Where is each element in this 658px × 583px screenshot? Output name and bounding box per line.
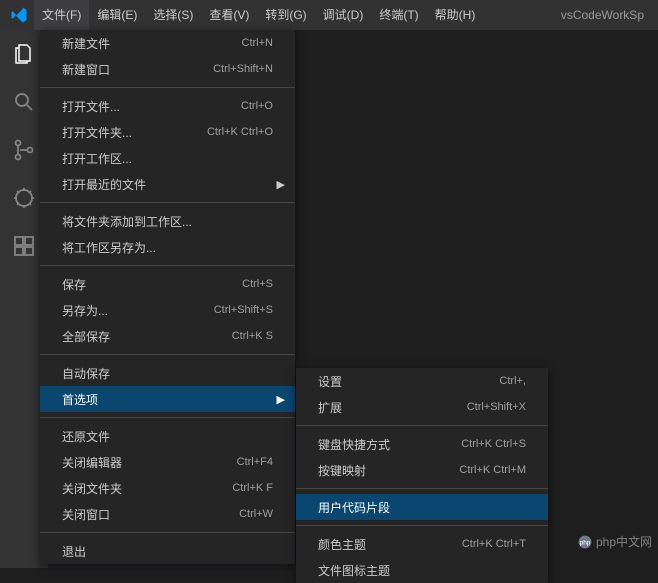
file-menu-dropdown: 新建文件Ctrl+N新建窗口Ctrl+Shift+N打开文件...Ctrl+O打… [40, 30, 295, 564]
menu-item-shortcut: Ctrl+Shift+S [214, 304, 273, 316]
menu-item-label: 全部保存 [62, 328, 232, 345]
file-menu-item-2-1[interactable]: 将工作区另存为... [40, 234, 295, 260]
watermark-text: php中文网 [596, 533, 652, 550]
menu-selection[interactable]: 选择(S) [145, 0, 201, 30]
menu-item-label: 首选项 [62, 391, 273, 408]
menu-item-label: 关闭窗口 [62, 506, 239, 523]
menu-item-label: 还原文件 [62, 428, 273, 445]
menu-item-label: 自动保存 [62, 365, 273, 382]
window-title: vsCodeWorkSp [561, 8, 654, 22]
menu-item-label: 将工作区另存为... [62, 239, 273, 256]
file-menu-item-3-1[interactable]: 另存为...Ctrl+Shift+S [40, 297, 295, 323]
menu-item-shortcut: Ctrl+K Ctrl+M [459, 464, 526, 476]
menu-item-shortcut: Ctrl+K Ctrl+S [461, 438, 526, 450]
file-menu-item-5-2[interactable]: 关闭文件夹Ctrl+K F [40, 475, 295, 501]
file-menu-item-0-0[interactable]: 新建文件Ctrl+N [40, 30, 295, 56]
file-menu-item-6-0[interactable]: 退出 [40, 538, 295, 564]
menu-item-label: 键盘快捷方式 [318, 436, 461, 453]
menu-view[interactable]: 查看(V) [201, 0, 257, 30]
menu-file[interactable]: 文件(F) [34, 0, 89, 30]
menu-edit[interactable]: 编辑(E) [89, 0, 145, 30]
menu-item-shortcut: Ctrl+K Ctrl+T [462, 538, 526, 550]
menu-item-label: 扩展 [318, 399, 467, 416]
menu-item-shortcut: Ctrl+K S [232, 330, 273, 342]
file-menu-item-4-0[interactable]: 自动保存 [40, 360, 295, 386]
menu-item-label: 新建窗口 [62, 61, 213, 78]
pref-submenu-item-1-0[interactable]: 键盘快捷方式Ctrl+K Ctrl+S [296, 431, 548, 457]
menu-separator [40, 265, 295, 266]
menu-item-label: 颜色主题 [318, 536, 462, 553]
menu-item-label: 新建文件 [62, 35, 242, 52]
menu-item-label: 保存 [62, 276, 242, 293]
menu-item-label: 另存为... [62, 302, 214, 319]
menu-item-label: 打开文件夹... [62, 124, 207, 141]
menu-item-shortcut: Ctrl+Shift+X [467, 401, 526, 413]
pref-submenu-item-3-0[interactable]: 颜色主题Ctrl+K Ctrl+T [296, 531, 548, 557]
menu-item-label: 关闭文件夹 [62, 480, 232, 497]
menu-separator [40, 87, 295, 88]
file-menu-item-5-0[interactable]: 还原文件 [40, 423, 295, 449]
vscode-icon [4, 6, 34, 24]
menubar: 文件(F) 编辑(E) 选择(S) 查看(V) 转到(G) 调试(D) 终端(T… [0, 0, 658, 30]
menu-item-label: 退出 [62, 543, 273, 560]
pref-submenu-item-0-1[interactable]: 扩展Ctrl+Shift+X [296, 394, 548, 420]
menu-go[interactable]: 转到(G) [257, 0, 314, 30]
file-menu-item-1-1[interactable]: 打开文件夹...Ctrl+K Ctrl+O [40, 119, 295, 145]
menu-item-label: 按键映射 [318, 462, 459, 479]
menu-terminal[interactable]: 终端(T) [371, 0, 426, 30]
menu-item-shortcut: Ctrl+S [242, 278, 273, 290]
menu-item-label: 打开工作区... [62, 150, 273, 167]
svg-text:php: php [580, 539, 591, 546]
file-menu-item-1-3[interactable]: 打开最近的文件 ▶ [40, 171, 295, 197]
preferences-submenu: 设置Ctrl+,扩展Ctrl+Shift+X键盘快捷方式Ctrl+K Ctrl+… [296, 368, 548, 583]
menu-help[interactable]: 帮助(H) [427, 0, 484, 30]
menu-item-label: 用户代码片段 [318, 499, 526, 516]
menu-separator [296, 425, 548, 426]
menu-item-shortcut: Ctrl+F4 [237, 456, 273, 468]
pref-submenu-item-1-1[interactable]: 按键映射Ctrl+K Ctrl+M [296, 457, 548, 483]
menu-separator [40, 354, 295, 355]
menu-item-shortcut: Ctrl+, [499, 375, 526, 387]
menu-item-label: 将文件夹添加到工作区... [62, 213, 273, 230]
file-menu-item-4-1[interactable]: 首选项 ▶ [40, 386, 295, 412]
menu-item-label: 关闭编辑器 [62, 454, 237, 471]
menu-item-label: 设置 [318, 373, 499, 390]
file-menu-item-1-2[interactable]: 打开工作区... [40, 145, 295, 171]
menu-item-label: 文件图标主题 [318, 562, 526, 579]
file-menu-item-5-1[interactable]: 关闭编辑器Ctrl+F4 [40, 449, 295, 475]
menu-item-shortcut: Ctrl+O [241, 100, 273, 112]
menu-separator [40, 532, 295, 533]
pref-submenu-item-0-0[interactable]: 设置Ctrl+, [296, 368, 548, 394]
menu-item-shortcut: Ctrl+W [239, 508, 273, 520]
file-menu-item-3-0[interactable]: 保存Ctrl+S [40, 271, 295, 297]
menu-debug[interactable]: 调试(D) [315, 0, 372, 30]
file-menu-item-3-2[interactable]: 全部保存Ctrl+K S [40, 323, 295, 349]
file-menu-item-1-0[interactable]: 打开文件...Ctrl+O [40, 93, 295, 119]
pref-submenu-item-3-1[interactable]: 文件图标主题 [296, 557, 548, 583]
menu-item-label: 打开最近的文件 [62, 176, 273, 193]
menu-item-shortcut: Ctrl+K Ctrl+O [207, 126, 273, 138]
menu-item-shortcut: Ctrl+Shift+N [213, 63, 273, 75]
pref-submenu-item-2-0[interactable]: 用户代码片段 [296, 494, 548, 520]
file-menu-item-2-0[interactable]: 将文件夹添加到工作区... [40, 208, 295, 234]
chevron-right-icon: ▶ [277, 178, 285, 191]
menu-item-shortcut: Ctrl+K F [232, 482, 273, 494]
menu-separator [296, 488, 548, 489]
menu-separator [296, 525, 548, 526]
watermark: php php中文网 [578, 533, 652, 550]
file-menu-item-0-1[interactable]: 新建窗口Ctrl+Shift+N [40, 56, 295, 82]
menu-separator [40, 417, 295, 418]
menu-separator [40, 202, 295, 203]
chevron-right-icon: ▶ [277, 393, 285, 406]
menu-item-shortcut: Ctrl+N [242, 37, 273, 49]
file-menu-item-5-3[interactable]: 关闭窗口Ctrl+W [40, 501, 295, 527]
menu-item-label: 打开文件... [62, 98, 241, 115]
